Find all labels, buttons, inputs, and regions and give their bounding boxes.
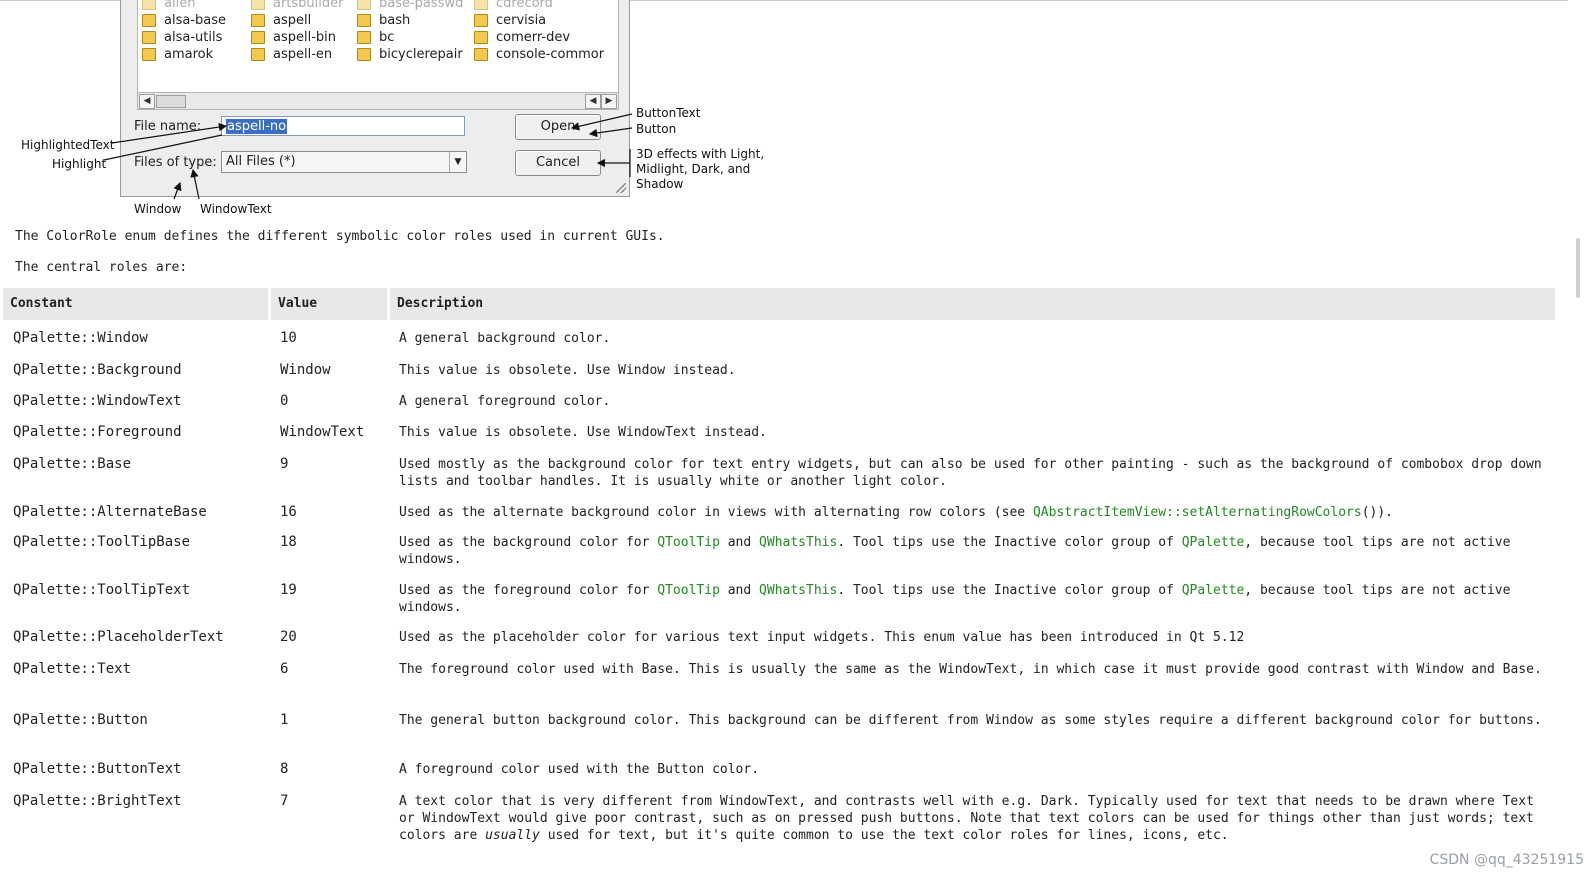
description-text: A foreground color used with the (399, 762, 658, 777)
header-separator (268, 288, 271, 320)
watermark: CSDN @qq_43251915 (1429, 852, 1584, 868)
table-header: Constant Value Description (3, 288, 1555, 320)
file-dialog-figure: allen alsa-base alsa-utils amarok artsbuild… (0, 0, 800, 225)
annotation-arrows (103, 113, 633, 200)
description-text: color. (704, 762, 760, 777)
description-text: used for text, but it's quite common to … (539, 828, 1229, 843)
description-cell: A foreground color used with the Button … (399, 761, 1549, 778)
code-term: Dark (1040, 794, 1073, 809)
description-text: and (719, 583, 760, 598)
constant-cell: QPalette::ToolTipText (13, 582, 191, 598)
description-cell: The foreground color used with Base. Thi… (399, 661, 1549, 678)
constant-cell: QPalette::PlaceholderText (13, 629, 224, 645)
code-term: WindowText (719, 794, 799, 809)
description-text: Used as the alternate background color i… (399, 505, 1033, 520)
doc-link[interactable]: QWhatsThis (759, 535, 837, 550)
value-cell: 0 (280, 393, 289, 409)
value-cell: 20 (280, 629, 297, 645)
intro-paragraph: The ColorRole enum defines the different… (15, 229, 665, 244)
description-text: ()). (1361, 505, 1394, 520)
description-cell: This value is obsolete. Use Window inste… (399, 362, 1549, 379)
doc-link[interactable]: QToolTip (657, 535, 720, 550)
description-text: Used as the foreground color for (399, 583, 658, 598)
value-cell: 1 (280, 712, 289, 728)
description-cell: A general background color. (399, 330, 1549, 347)
header-value: Value (278, 296, 318, 311)
description-cell: A general foreground color. (399, 393, 1549, 410)
value-cell: Window (280, 362, 331, 378)
description-text: . Typically used for text that needs to … (1072, 794, 1503, 809)
value-cell: 7 (280, 793, 289, 809)
value-cell: 18 (280, 534, 297, 550)
value-cell: 9 (280, 456, 289, 472)
header-constant: Constant (10, 296, 73, 311)
description-text: . Tool tips use the Inactive color group… (837, 535, 1182, 550)
constant-cell: QPalette::WindowText (13, 393, 182, 409)
description-text: . Tool tips use the Inactive color group… (837, 583, 1182, 598)
code-term: WindowText (422, 811, 501, 826)
vertical-scrollbar[interactable] (1568, 0, 1596, 876)
value-cell: 16 (280, 504, 297, 520)
constant-cell: QPalette::Button (13, 712, 148, 728)
value-cell: 19 (280, 582, 297, 598)
doc-link[interactable]: QWhatsThis (759, 583, 837, 598)
constant-cell: QPalette::Base (13, 456, 132, 472)
doc-link[interactable]: QToolTip (657, 583, 720, 598)
description-text: as some styles require a different backg… (1032, 713, 1542, 728)
code-term: Base (1502, 662, 1534, 677)
description-text: , and contrasts well with e.g. (798, 794, 1041, 809)
description-text: A text color that is very different from (399, 794, 720, 809)
description-text: Used as the placeholder color for variou… (399, 630, 1245, 645)
description-cell: Used as the alternate background color i… (399, 504, 1549, 521)
description-cell: Used as the background color for QToolTi… (399, 534, 1549, 568)
doc-link[interactable]: QAbstractItemView::setAlternatingRowColo… (1033, 505, 1362, 520)
doc-link[interactable]: QPalette (1182, 535, 1245, 550)
value-cell: 6 (280, 661, 289, 677)
value-cell: 8 (280, 761, 289, 777)
doc-link[interactable]: QPalette (1182, 583, 1245, 598)
description-cell: Used as the foreground color for QToolTi… (399, 582, 1549, 616)
description-text: A general background color. (399, 331, 611, 346)
header-separator (387, 288, 390, 320)
description-text: A general foreground color. (399, 394, 611, 409)
code-term: Window (1416, 662, 1464, 677)
scroll-thumb[interactable] (1576, 238, 1580, 298)
code-term: WindowText (939, 662, 1018, 677)
description-cell: The general button background color. Thi… (399, 712, 1549, 729)
description-text: , in which case it must provide good con… (1017, 662, 1417, 677)
description-text: and (719, 535, 760, 550)
code-term: Window (986, 713, 1033, 728)
description-cell: This value is obsolete. Use WindowText i… (399, 424, 1549, 441)
constant-cell: QPalette::Window (13, 330, 148, 346)
emphasis-text: usually (485, 828, 540, 843)
central-roles-paragraph: The central roles are: (15, 260, 188, 275)
description-text: Used mostly as the background color for … (399, 457, 1542, 489)
constant-cell: QPalette::ToolTipBase (13, 534, 191, 550)
description-text: The foreground color used with (399, 662, 642, 677)
description-text: Used as the background color for (399, 535, 658, 550)
value-cell: 10 (280, 330, 297, 346)
description-cell: Used mostly as the background color for … (399, 456, 1549, 490)
constant-cell: QPalette::BrightText (13, 793, 182, 809)
description-text: and (1463, 662, 1503, 677)
header-description: Description (397, 296, 484, 311)
value-cell: WindowText (280, 424, 365, 440)
code-term: Button (657, 762, 705, 777)
description-text: This value is obsolete. Use WindowText i… (399, 425, 767, 440)
description-text: or (399, 811, 423, 826)
description-text: . This is usually the same as the (672, 662, 940, 677)
code-term: Text (1502, 794, 1534, 809)
description-text: The general button background color. Thi… (399, 713, 986, 728)
code-term: Base (641, 662, 673, 677)
description-cell: A text color that is very different from… (399, 793, 1549, 844)
description-text: . (1533, 662, 1542, 677)
constant-cell: QPalette::Foreground (13, 424, 182, 440)
description-cell: Used as the placeholder color for variou… (399, 629, 1549, 646)
description-text: This value is obsolete. Use Window inste… (399, 363, 736, 378)
constant-cell: QPalette::Background (13, 362, 182, 378)
constant-cell: QPalette::ButtonText (13, 761, 182, 777)
constant-cell: QPalette::AlternateBase (13, 504, 207, 520)
constant-cell: QPalette::Text (13, 661, 132, 677)
